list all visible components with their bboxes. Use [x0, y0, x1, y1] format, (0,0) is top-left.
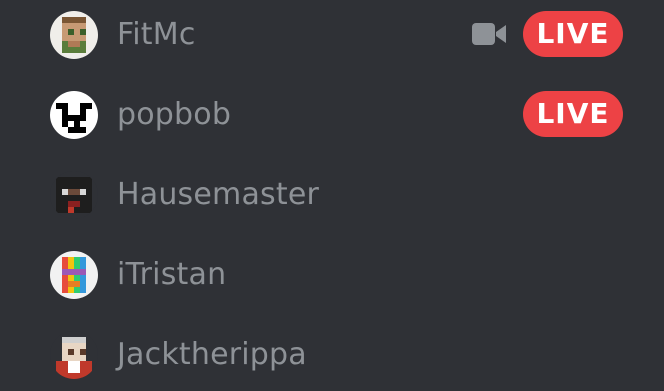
avatar-image	[50, 171, 98, 219]
member-name: popbob	[117, 97, 232, 132]
member-name: FitMc	[117, 17, 196, 52]
member-name: Hausemaster	[117, 177, 320, 212]
member-list: FitMc LIVE popbob LIVE Hausemaster iTris…	[0, 0, 664, 391]
live-badge[interactable]: LIVE	[523, 91, 623, 137]
avatar-image	[50, 91, 98, 139]
member-row-jacktherippa[interactable]: Jacktherippa	[0, 320, 664, 391]
camera-icon	[472, 23, 506, 45]
avatar[interactable]	[50, 331, 98, 379]
avatar-image	[50, 11, 98, 59]
avatar[interactable]	[50, 11, 98, 59]
avatar-image	[50, 251, 98, 299]
avatar[interactable]	[50, 171, 98, 219]
member-row-hausemaster[interactable]: Hausemaster	[0, 160, 664, 240]
member-row-fitmc[interactable]: FitMc LIVE	[0, 0, 664, 80]
member-row-itristan[interactable]: iTristan	[0, 240, 664, 320]
member-row-popbob[interactable]: popbob LIVE	[0, 80, 664, 160]
live-badge[interactable]: LIVE	[523, 11, 623, 57]
member-name: Jacktherippa	[117, 337, 307, 372]
avatar-image	[50, 331, 98, 379]
avatar[interactable]	[50, 91, 98, 139]
member-name: iTristan	[117, 257, 227, 292]
avatar[interactable]	[50, 251, 98, 299]
